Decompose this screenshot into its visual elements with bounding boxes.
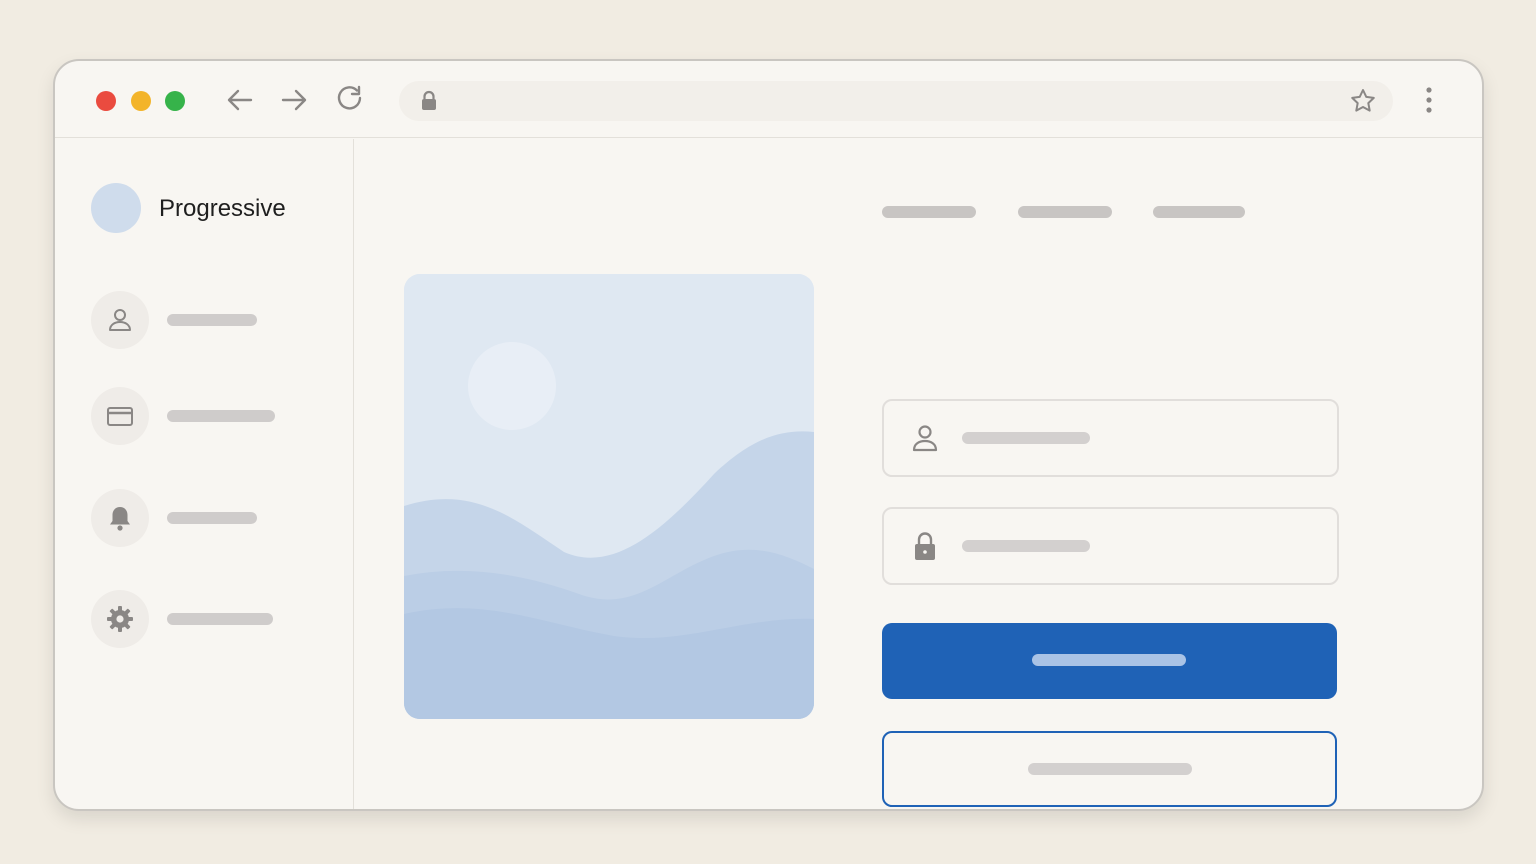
star-icon[interactable] [1349,87,1377,115]
secondary-button-label [1028,763,1192,775]
lock-icon [915,532,935,560]
primary-button-label [1032,654,1186,666]
reload-icon[interactable] [333,83,367,117]
hero-image [404,274,814,719]
top-nav-link[interactable] [1018,206,1112,218]
sidebar-item-settings[interactable] [91,590,331,648]
password-field[interactable] [882,507,1339,585]
top-nav-link[interactable] [882,206,976,218]
sidebar-item-label [167,512,257,524]
maximize-window-button[interactable] [165,91,185,111]
browser-window: Progressive [53,59,1484,811]
primary-button[interactable] [882,623,1337,699]
browser-toolbar [55,61,1482,138]
credit-card-icon [91,387,149,445]
forward-arrow-icon[interactable] [277,83,311,117]
address-bar[interactable] [399,81,1393,121]
username-field[interactable] [882,399,1339,477]
sidebar: Progressive [55,139,354,809]
sidebar-item-label [167,314,257,326]
close-window-button[interactable] [96,91,116,111]
user-icon [912,425,938,452]
brand-name: Progressive [159,195,286,222]
bell-icon [91,489,149,547]
sidebar-item-label [167,613,273,625]
more-vertical-icon[interactable] [1417,85,1441,115]
user-icon [91,291,149,349]
top-nav-link[interactable] [1153,206,1245,218]
sidebar-item-notifications[interactable] [91,489,331,547]
back-arrow-icon[interactable] [223,83,257,117]
sidebar-item-profile[interactable] [91,291,331,349]
sidebar-item-payments[interactable] [91,387,331,445]
secondary-button[interactable] [882,731,1337,807]
minimize-window-button[interactable] [131,91,151,111]
lock-icon [422,90,436,110]
brand-logo [91,183,141,233]
gear-icon [91,590,149,648]
password-value [962,540,1090,552]
main-content [355,139,1482,809]
sun-shape [468,342,556,430]
username-value [962,432,1090,444]
sidebar-item-label [167,410,275,422]
